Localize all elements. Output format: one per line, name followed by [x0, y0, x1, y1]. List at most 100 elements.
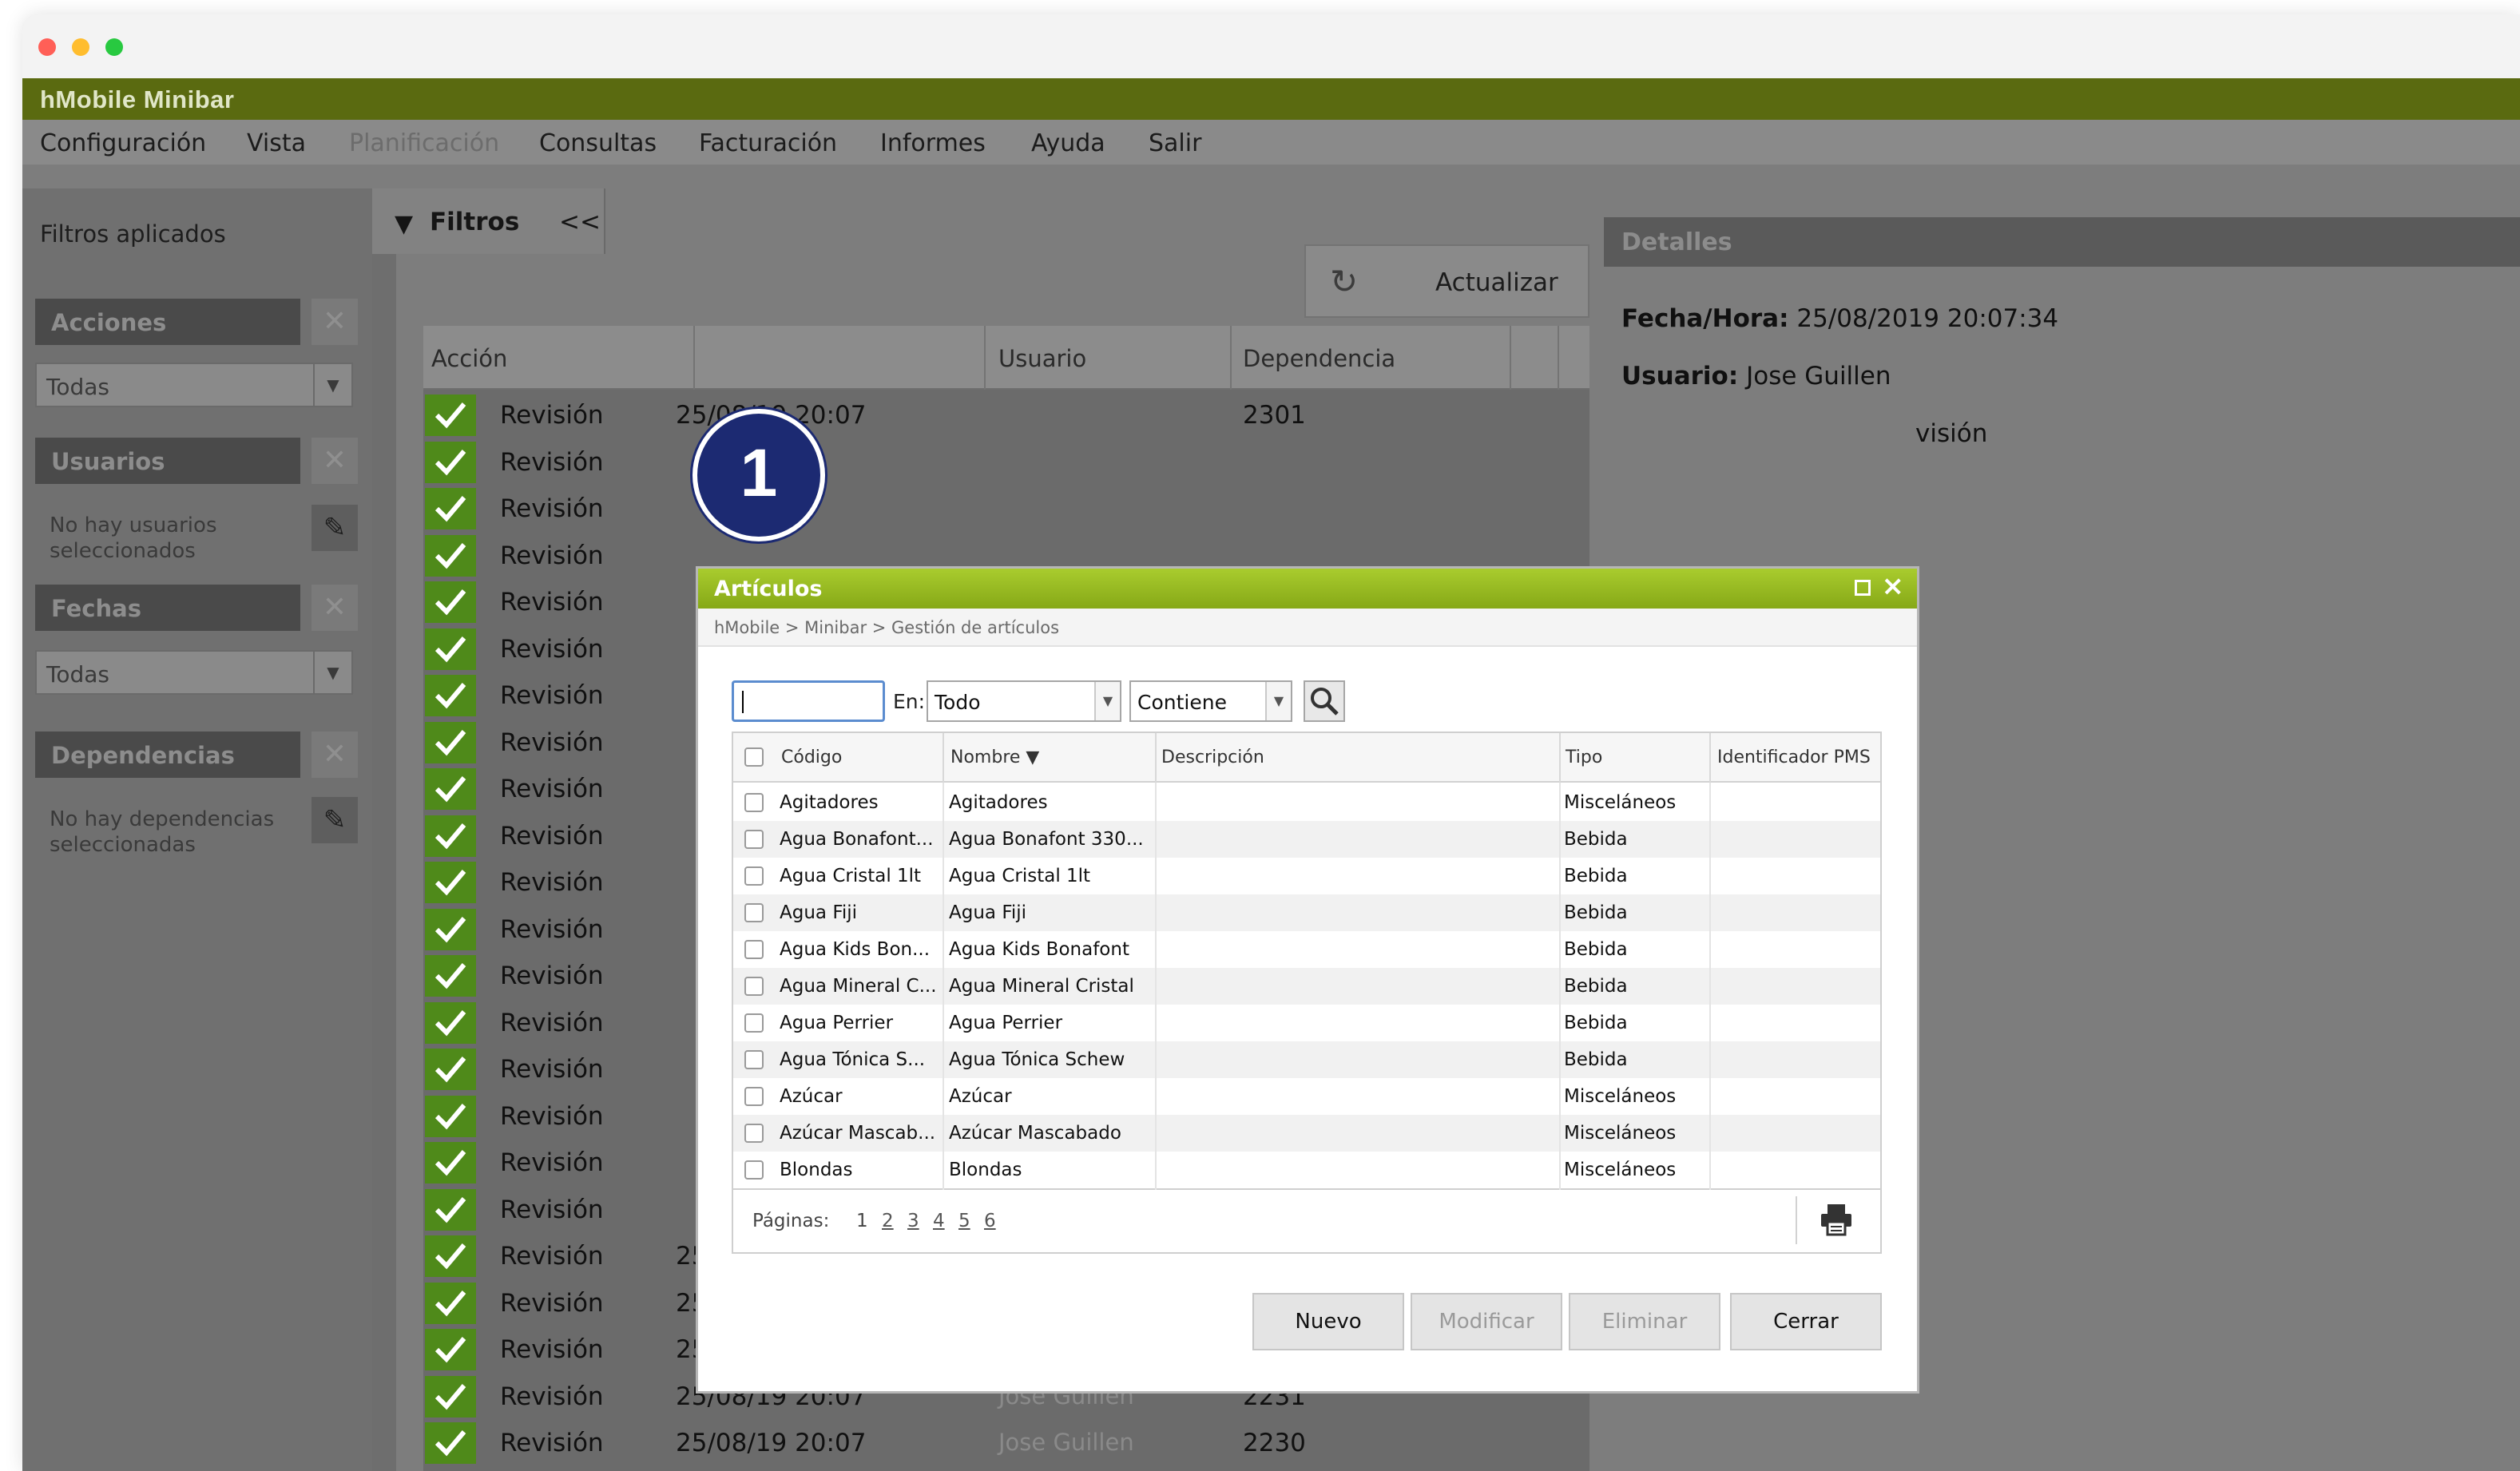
table-row[interactable]: Azúcar Azúcar Misceláneos [733, 1078, 1880, 1115]
search-field-select[interactable]: Todo ▼ [927, 680, 1121, 722]
column-accion[interactable]: Acción [431, 345, 507, 372]
grid-row[interactable]: Revisión [423, 485, 1589, 532]
dependencias-clear-button[interactable]: ✕ [312, 732, 358, 778]
table-row[interactable]: Agua Cristal 1lt Agua Cristal 1lt Bebida [733, 858, 1880, 894]
grid-row[interactable]: Revisión25/08/19 20:072301 [423, 391, 1589, 438]
row-checkbox[interactable] [744, 830, 764, 849]
app-window: hMobile Minibar Configuración Vista Plan… [22, 14, 2520, 1471]
check-icon [425, 908, 476, 950]
usuarios-header: Usuarios [35, 438, 300, 484]
page-link-3[interactable]: 3 [907, 1211, 919, 1231]
cell-nombre: Blondas [949, 1160, 1022, 1180]
page-link-5[interactable]: 5 [958, 1211, 970, 1231]
step-callout-badge: 1 [693, 409, 825, 541]
row-checkbox[interactable] [744, 866, 764, 886]
cerrar-button[interactable]: Cerrar [1730, 1293, 1882, 1350]
printer-icon[interactable] [1818, 1201, 1855, 1238]
fechas-select[interactable]: Todas ▼ [35, 650, 353, 695]
row-checkbox[interactable] [744, 1160, 764, 1180]
filters-toggle[interactable]: ▼ Filtros << [372, 188, 605, 254]
usuarios-clear-button[interactable]: ✕ [312, 438, 358, 484]
table-row[interactable]: Agua Mineral C... Agua Mineral Cristal Beb… [733, 968, 1880, 1005]
table-row[interactable]: Azúcar Mascab... Azúcar Mascabado Miscelán… [733, 1115, 1880, 1152]
en-label: En: [893, 690, 926, 713]
row-accion: Revisión [500, 1335, 604, 1364]
acciones-clear-button[interactable]: ✕ [312, 299, 358, 345]
refresh-button[interactable]: ↻ Actualizar [1304, 244, 1589, 318]
page-link-2[interactable]: 2 [882, 1211, 894, 1231]
row-checkbox[interactable] [744, 903, 764, 922]
page-link-4[interactable]: 4 [933, 1211, 945, 1231]
window-minimize-button[interactable] [72, 38, 89, 56]
menu-informes[interactable]: Informes [880, 129, 986, 157]
maximize-icon[interactable] [1855, 580, 1871, 596]
row-accion: Revisión [500, 1008, 604, 1037]
table-row[interactable]: Blondas Blondas Misceláneos [733, 1152, 1880, 1188]
details-header: Detalles [1604, 217, 2520, 267]
menu-configuracion[interactable]: Configuración [40, 129, 206, 157]
acciones-select[interactable]: Todas ▼ [35, 363, 353, 407]
table-header: Código Nombre ▼ Descripción Tipo Identif… [733, 733, 1880, 783]
row-checkbox[interactable] [744, 1124, 764, 1143]
search-match-select[interactable]: Contiene ▼ [1129, 680, 1292, 722]
select-all-checkbox[interactable] [744, 747, 764, 767]
row-accion: Revisión [500, 1101, 604, 1131]
details-fecha: Fecha/Hora: 25/08/2019 20:07:34 [1621, 304, 2059, 333]
row-checkbox[interactable] [744, 977, 764, 996]
menu-ayuda[interactable]: Ayuda [1031, 129, 1105, 157]
row-checkbox[interactable] [744, 1087, 764, 1106]
cell-codigo: Agua Perrier [780, 1013, 894, 1033]
window-titlebar [22, 14, 2520, 78]
cell-tipo: Bebida [1564, 1013, 1628, 1033]
window-close-button[interactable] [38, 38, 56, 56]
row-accion: Revisión [500, 775, 604, 803]
check-icon [425, 1188, 476, 1231]
fechas-clear-button[interactable]: ✕ [312, 585, 358, 631]
column-nombre[interactable]: Nombre ▼ [950, 747, 1039, 767]
column-usuario[interactable]: Usuario [998, 345, 1086, 372]
row-checkbox[interactable] [744, 1050, 764, 1069]
row-accion: Revisión [500, 681, 604, 710]
grid-row[interactable]: Revisión [423, 438, 1589, 486]
menu-facturacion[interactable]: Facturación [699, 129, 837, 157]
page-link-6[interactable]: 6 [984, 1211, 996, 1231]
table-row[interactable]: Agua Tónica S... Agua Tónica Schew Bebida [733, 1041, 1880, 1078]
search-button[interactable] [1304, 680, 1345, 722]
dependencias-edit-button[interactable]: ✎ [312, 797, 358, 843]
column-pms[interactable]: Identificador PMS [1717, 747, 1871, 767]
row-checkbox[interactable] [744, 940, 764, 959]
table-row[interactable]: Agua Perrier Agua Perrier Bebida [733, 1005, 1880, 1041]
eliminar-button[interactable]: Eliminar [1569, 1293, 1720, 1350]
menu-consultas[interactable]: Consultas [539, 129, 657, 157]
grid-row[interactable]: Revisión 25/08/19 20:07 Jose Guillen 2230 [423, 1419, 1589, 1466]
row-checkbox[interactable] [744, 1013, 764, 1033]
table-row[interactable]: Agua Kids Bon... Agua Kids Bonafont Bebida [733, 931, 1880, 968]
menu-salir[interactable]: Salir [1149, 129, 1201, 157]
row-checkbox[interactable] [744, 793, 764, 812]
usuarios-edit-button[interactable]: ✎ [312, 505, 358, 551]
row-accion: Revisión [500, 1429, 604, 1457]
table-row[interactable]: Agua Fiji Agua Fiji Bebida [733, 894, 1880, 931]
nuevo-button[interactable]: Nuevo [1252, 1293, 1404, 1350]
window-zoom-button[interactable] [105, 38, 123, 56]
column-descripcion[interactable]: Descripción [1161, 747, 1264, 767]
refresh-label: Actualizar [1435, 268, 1558, 297]
check-icon [425, 768, 476, 810]
search-input[interactable] [732, 680, 885, 722]
app-title-bar: hMobile Minibar [22, 78, 2520, 120]
check-icon [425, 721, 476, 763]
menu-vista[interactable]: Vista [247, 129, 306, 157]
sidebar-scrollbar[interactable] [372, 254, 396, 1471]
close-icon[interactable]: × [1882, 570, 1905, 602]
chevron-down-icon: ▼ [313, 364, 351, 406]
column-dependencia[interactable]: Dependencia [1243, 345, 1395, 372]
table-row[interactable]: Agitadores Agitadores Misceláneos [733, 784, 1880, 821]
table-row[interactable]: Agua Bonafont... Agua Bonafont 330... Bebi… [733, 821, 1880, 858]
column-codigo[interactable]: Código [781, 747, 842, 767]
usuarios-empty-text: No hay usuarios seleccionados [50, 513, 217, 563]
modificar-button[interactable]: Modificar [1411, 1293, 1562, 1350]
pagination: Páginas: 1 2 3 4 5 6 [732, 1190, 1882, 1254]
column-tipo[interactable]: Tipo [1566, 747, 1602, 767]
collapse-sidebar-button[interactable]: << [559, 208, 601, 236]
cell-tipo: Misceláneos [1564, 1160, 1677, 1180]
